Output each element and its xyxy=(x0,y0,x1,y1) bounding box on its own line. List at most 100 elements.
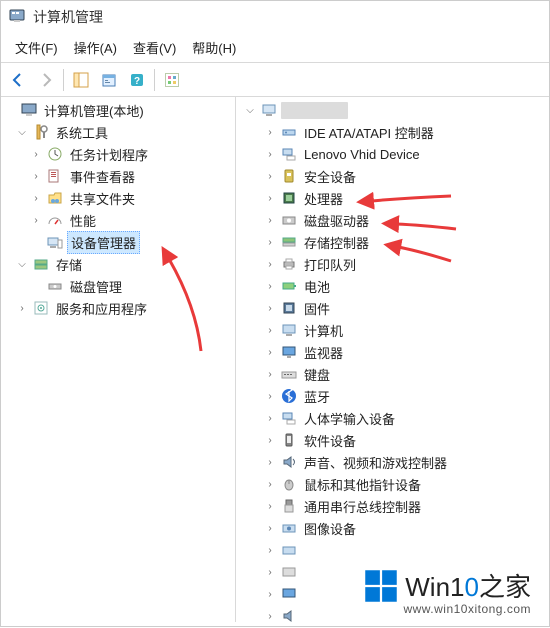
help-button[interactable]: ? xyxy=(124,67,150,93)
expander-icon[interactable]: › xyxy=(263,323,277,337)
device-ide[interactable]: › IDE ATA/ATAPI 控制器 xyxy=(239,121,549,143)
node-storage[interactable]: ⌵ 存储 xyxy=(1,253,235,275)
expander-icon[interactable]: › xyxy=(263,345,277,359)
node-label: 服务和应用程序 xyxy=(53,298,150,319)
node-services-apps[interactable]: › 服务和应用程序 xyxy=(1,297,235,319)
storage-controller-icon xyxy=(280,233,298,251)
device-security[interactable]: › 安全设备 xyxy=(239,165,549,187)
device-print-queues[interactable]: › 打印队列 xyxy=(239,253,549,275)
device-monitors[interactable]: › 监视器 xyxy=(239,341,549,363)
node-event-viewer[interactable]: › 事件查看器 xyxy=(1,165,235,187)
node-label: 计算机管理(本地) xyxy=(41,100,147,121)
disk-management-icon xyxy=(46,277,64,295)
back-button[interactable] xyxy=(5,67,31,93)
node-label: 磁盘管理 xyxy=(67,276,125,297)
menu-bar: 文件(F) 操作(A) 查看(V) 帮助(H) xyxy=(1,33,549,63)
expander-icon[interactable]: › xyxy=(263,609,277,622)
watermark-part3: 之家 xyxy=(479,572,531,602)
monitor-icon xyxy=(280,343,298,361)
expander-icon[interactable]: › xyxy=(263,499,277,513)
node-label: 鼠标和其他指针设备 xyxy=(301,474,424,495)
expander-icon[interactable]: ⌵ xyxy=(243,103,257,117)
node-label: 设备管理器 xyxy=(67,231,140,254)
menu-view[interactable]: 查看(V) xyxy=(125,35,184,60)
security-device-icon xyxy=(280,167,298,185)
left-tree-pane: ▶ 计算机管理(本地) ⌵ 系统工具 › 任务计划 xyxy=(1,97,236,622)
expander-icon[interactable]: › xyxy=(263,147,277,161)
expander-icon[interactable]: › xyxy=(263,235,277,249)
expander-icon[interactable]: › xyxy=(263,125,277,139)
forward-button[interactable] xyxy=(33,67,59,93)
device-bluetooth[interactable]: › 蓝牙 xyxy=(239,385,549,407)
expander-icon[interactable]: › xyxy=(263,455,277,469)
node-system-tools[interactable]: ⌵ 系统工具 xyxy=(1,121,235,143)
expander-icon[interactable]: › xyxy=(263,565,277,579)
expander-icon[interactable]: › xyxy=(263,389,277,403)
node-label: 事件查看器 xyxy=(67,166,138,187)
firmware-icon xyxy=(280,299,298,317)
expander-icon[interactable]: › xyxy=(263,213,277,227)
expander-icon[interactable]: ⌵ xyxy=(15,125,29,139)
properties-button[interactable] xyxy=(96,67,122,93)
refresh-button[interactable] xyxy=(159,67,185,93)
device-sound[interactable]: › 声音、视频和游戏控制器 xyxy=(239,451,549,473)
expander-icon[interactable]: › xyxy=(263,257,277,271)
sound-icon xyxy=(280,453,298,471)
device-software[interactable]: › 软件设备 xyxy=(239,429,549,451)
node-task-scheduler[interactable]: › 任务计划程序 xyxy=(1,143,235,165)
device-root-node[interactable]: ⌵ XXXXXXX xyxy=(239,99,549,121)
node-label: 磁盘驱动器 xyxy=(301,210,372,231)
node-disk-management[interactable]: › 磁盘管理 xyxy=(1,275,235,297)
expander-icon[interactable]: ⌵ xyxy=(15,257,29,271)
node-label: 软件设备 xyxy=(301,430,359,451)
device-usb[interactable]: › 通用串行总线控制器 xyxy=(239,495,549,517)
expander-icon[interactable]: › xyxy=(263,521,277,535)
expander-icon[interactable]: › xyxy=(15,301,29,315)
expander-icon[interactable]: › xyxy=(263,169,277,183)
menu-action[interactable]: 操作(A) xyxy=(66,35,125,60)
expander-icon[interactable]: › xyxy=(263,543,277,557)
expander-icon[interactable]: › xyxy=(263,279,277,293)
usb-icon xyxy=(280,497,298,515)
device-imaging[interactable]: › 图像设备 xyxy=(239,517,549,539)
device-tree[interactable]: ⌵ XXXXXXX › IDE ATA/ATAPI 控制器 › Lenovo V… xyxy=(239,99,549,622)
device-keyboards[interactable]: › 键盘 xyxy=(239,363,549,385)
disk-drive-icon xyxy=(280,211,298,229)
expander-icon[interactable]: › xyxy=(263,367,277,381)
menu-help[interactable]: 帮助(H) xyxy=(184,35,244,60)
device-cutoff-1[interactable]: › xyxy=(239,539,549,561)
menu-file[interactable]: 文件(F) xyxy=(7,35,66,60)
node-label: 存储控制器 xyxy=(301,232,372,253)
device-batteries[interactable]: › 电池 xyxy=(239,275,549,297)
left-tree[interactable]: ▶ 计算机管理(本地) ⌵ 系统工具 › 任务计划 xyxy=(1,99,235,319)
expander-icon[interactable]: › xyxy=(263,191,277,205)
device-hid[interactable]: › 人体学输入设备 xyxy=(239,407,549,429)
node-shared-folders[interactable]: › 共享文件夹 xyxy=(1,187,235,209)
expander-icon[interactable]: › xyxy=(263,587,277,601)
watermark-url: www.win10xitong.com xyxy=(363,602,531,616)
node-device-manager[interactable]: › 设备管理器 xyxy=(1,231,235,253)
expander-icon[interactable]: › xyxy=(29,191,43,205)
show-hide-tree-button[interactable] xyxy=(68,67,94,93)
expander-icon[interactable]: › xyxy=(29,213,43,227)
expander-icon[interactable]: › xyxy=(29,169,43,183)
node-performance[interactable]: › 性能 xyxy=(1,209,235,231)
ide-controller-icon xyxy=(280,123,298,141)
device-storage-controllers[interactable]: › 存储控制器 xyxy=(239,231,549,253)
device-lenovo[interactable]: › Lenovo Vhid Device xyxy=(239,143,549,165)
device-firmware[interactable]: › 固件 xyxy=(239,297,549,319)
expander-icon[interactable]: › xyxy=(263,411,277,425)
event-viewer-icon xyxy=(46,167,64,185)
expander-icon[interactable]: › xyxy=(263,433,277,447)
node-computer-management[interactable]: ▶ 计算机管理(本地) xyxy=(1,99,235,121)
computer-icon xyxy=(260,101,278,119)
expander-icon[interactable]: › xyxy=(263,477,277,491)
device-computer[interactable]: › 计算机 xyxy=(239,319,549,341)
node-label: IDE ATA/ATAPI 控制器 xyxy=(301,122,437,143)
device-disk-drives[interactable]: › 磁盘驱动器 xyxy=(239,209,549,231)
keyboard-icon xyxy=(280,365,298,383)
device-processor[interactable]: › 处理器 xyxy=(239,187,549,209)
expander-icon[interactable]: › xyxy=(29,147,43,161)
expander-icon[interactable]: › xyxy=(263,301,277,315)
device-mice[interactable]: › 鼠标和其他指针设备 xyxy=(239,473,549,495)
